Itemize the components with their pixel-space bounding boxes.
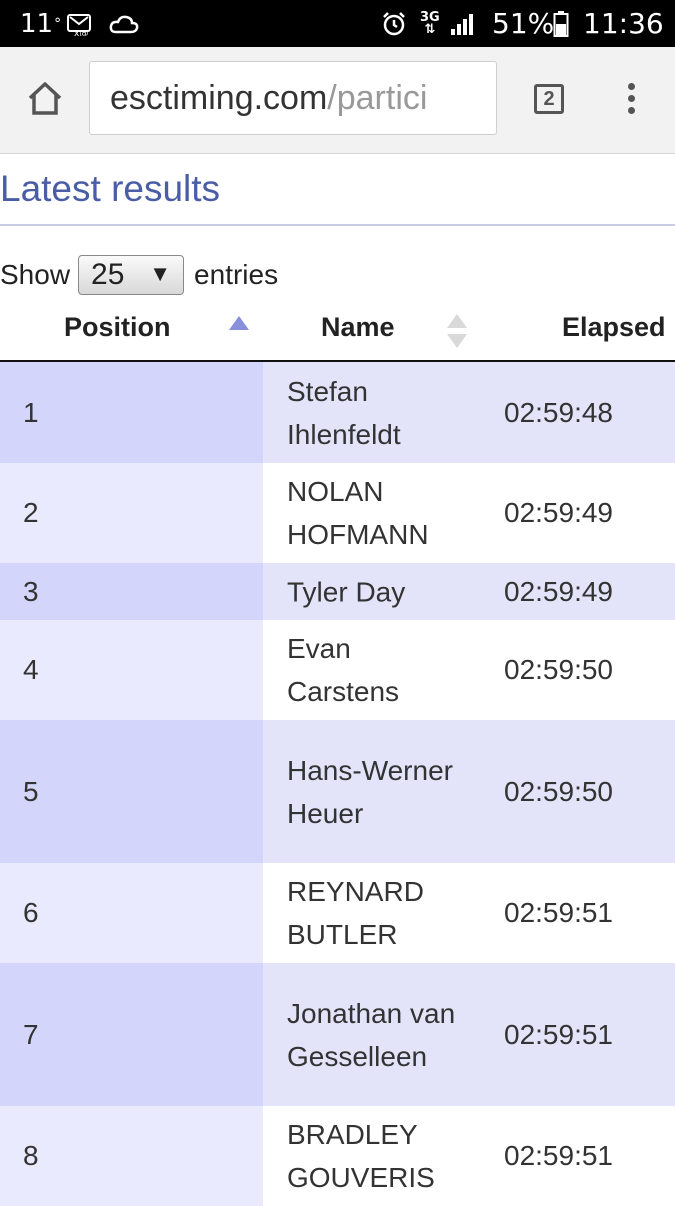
table-row[interactable]: 4 Evan Carstens 02:59:50 <box>0 620 675 720</box>
tab-switcher-button[interactable]: 2 <box>534 84 564 114</box>
cell-name: Hans-Werner Heuer <box>287 754 453 829</box>
cell-elapsed: 02:59:50 <box>504 775 613 807</box>
cell-name: Stefan Ihlenfeldt <box>287 375 401 450</box>
network-type-indicator: 3G ⇅ <box>420 9 440 37</box>
cell-elapsed: 02:59:51 <box>504 1018 613 1050</box>
url-bar[interactable]: esctiming.com/partici <box>89 61 497 135</box>
cell-name: Jonathan van Gesselleen <box>287 997 456 1072</box>
sort-both-icon[interactable] <box>447 314 467 350</box>
table-row[interactable]: 8 BRADLEY GOUVERIS 02:59:51 <box>0 1106 675 1206</box>
url-path: /partici <box>327 79 428 117</box>
browser-toolbar: esctiming.com/partici 2 <box>0 47 675 154</box>
page-title: Latest results <box>0 168 221 209</box>
clock: 11:36 <box>583 7 664 40</box>
entries-select-value: 25 <box>91 258 125 291</box>
cell-elapsed: 02:59:49 <box>504 497 613 528</box>
chevron-down-icon: ▼ <box>149 261 172 286</box>
results-table-body: 1 Stefan Ihlenfeldt 02:59:48 2 NOLAN HOF… <box>0 362 675 1206</box>
url-domain: esctiming.com <box>110 79 328 117</box>
signal-icon <box>449 0 477 47</box>
cell-name: REYNARD BUTLER <box>287 876 424 950</box>
show-label: Show <box>0 259 71 290</box>
weather-temperature: 11 ° <box>20 8 62 39</box>
table-row[interactable]: 5 Hans-Werner Heuer 02:59:50 <box>0 720 675 863</box>
svg-text:x@: x@ <box>74 29 88 36</box>
table-row[interactable]: 6 REYNARD BUTLER 02:59:51 <box>0 863 675 963</box>
cell-position: 2 <box>23 497 39 528</box>
cell-position: 8 <box>23 1140 39 1171</box>
entries-select[interactable]: 25 ▼ <box>78 255 185 295</box>
alarm-icon <box>381 0 407 47</box>
cell-name: NOLAN HOFMANN <box>287 476 429 550</box>
table-row[interactable]: 1 Stefan Ihlenfeldt 02:59:48 <box>0 362 675 463</box>
cell-position: 4 <box>23 654 39 685</box>
sort-ascending-icon[interactable] <box>229 316 249 330</box>
cell-name: BRADLEY GOUVERIS <box>287 1119 435 1193</box>
cell-position: 6 <box>23 897 39 928</box>
cell-name: Evan Carstens <box>287 633 400 707</box>
temperature-value: 11 <box>20 8 54 39</box>
column-header-name[interactable]: Name <box>321 312 395 343</box>
battery-percent: 51% <box>492 7 555 40</box>
status-bar: 11 ° x@ 3G ⇅ 51% 11:36 <box>0 0 675 47</box>
cell-position: 5 <box>23 775 39 807</box>
column-header-position[interactable]: Position <box>64 312 171 343</box>
cell-name: Tyler Day <box>287 576 406 607</box>
table-header: Position Name Elapsed <box>0 300 675 362</box>
table-row[interactable]: 3 Tyler Day 02:59:49 <box>0 563 675 620</box>
cell-elapsed: 02:59:51 <box>504 897 613 928</box>
cell-elapsed: 02:59:50 <box>504 654 613 685</box>
overflow-menu-icon[interactable] <box>625 83 637 117</box>
cloud-icon <box>109 0 139 47</box>
cell-elapsed: 02:59:49 <box>504 575 613 607</box>
cell-position: 7 <box>23 1018 39 1050</box>
cell-position: 1 <box>23 396 39 428</box>
missed-call-icon: x@ <box>66 0 94 47</box>
title-divider <box>0 224 675 226</box>
entries-label: entries <box>194 259 279 290</box>
home-icon[interactable] <box>26 80 64 118</box>
table-row[interactable]: 2 NOLAN HOFMANN 02:59:49 <box>0 463 675 563</box>
table-row[interactable]: 7 Jonathan van Gesselleen 02:59:51 <box>0 963 675 1106</box>
column-header-elapsed[interactable]: Elapsed <box>562 312 666 343</box>
cell-elapsed: 02:59:51 <box>504 1140 613 1171</box>
battery-icon <box>553 0 569 47</box>
cell-position: 3 <box>23 575 39 607</box>
entries-length-control: Show 25 ▼ entries <box>0 254 278 296</box>
cell-elapsed: 02:59:48 <box>504 396 613 428</box>
